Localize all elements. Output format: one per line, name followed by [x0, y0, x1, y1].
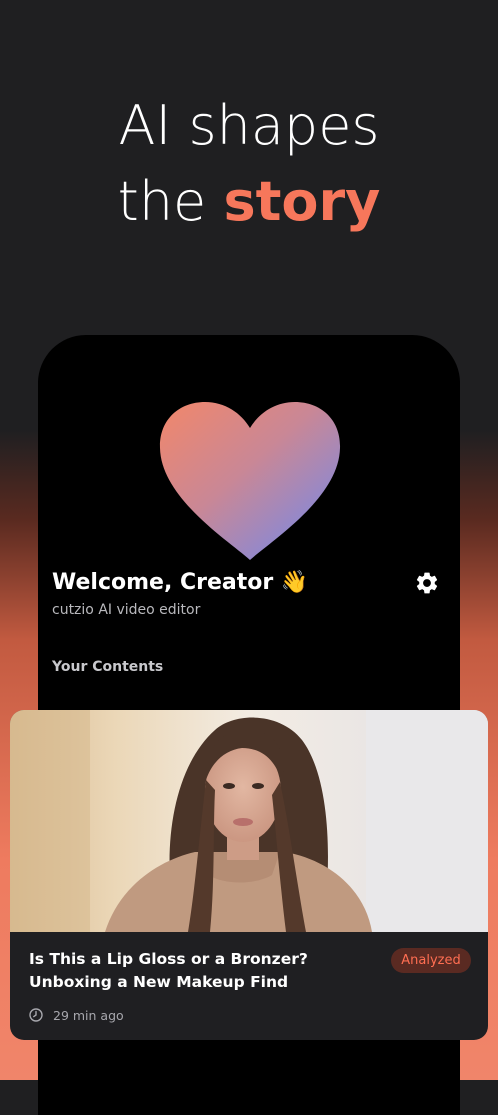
headline-line-2: the story — [0, 164, 498, 240]
app-subtitle: cutzio AI video editor — [52, 602, 201, 618]
gear-icon[interactable] — [414, 570, 440, 596]
content-title[interactable]: Is This a Lip Gloss or a Bronzer? Unboxi… — [29, 948, 385, 994]
content-time: 29 min ago — [53, 1008, 124, 1023]
heart-icon — [159, 402, 341, 560]
video-thumbnail[interactable] — [10, 710, 488, 932]
headline-line-1: AI shapes — [118, 94, 380, 157]
clock-icon — [29, 1008, 43, 1022]
section-title: Your Contents — [52, 659, 164, 675]
video-thumbnail-image — [10, 710, 488, 932]
content-card[interactable]: Is This a Lip Gloss or a Bronzer? Unboxi… — [10, 710, 488, 1040]
status-badge: Analyzed — [391, 948, 471, 973]
headline-accent: story — [223, 170, 381, 233]
headline-plain: the — [117, 170, 207, 233]
welcome-title: Welcome, Creator 👋 — [52, 570, 309, 595]
hero-headline: AI shapes the story — [0, 88, 498, 240]
